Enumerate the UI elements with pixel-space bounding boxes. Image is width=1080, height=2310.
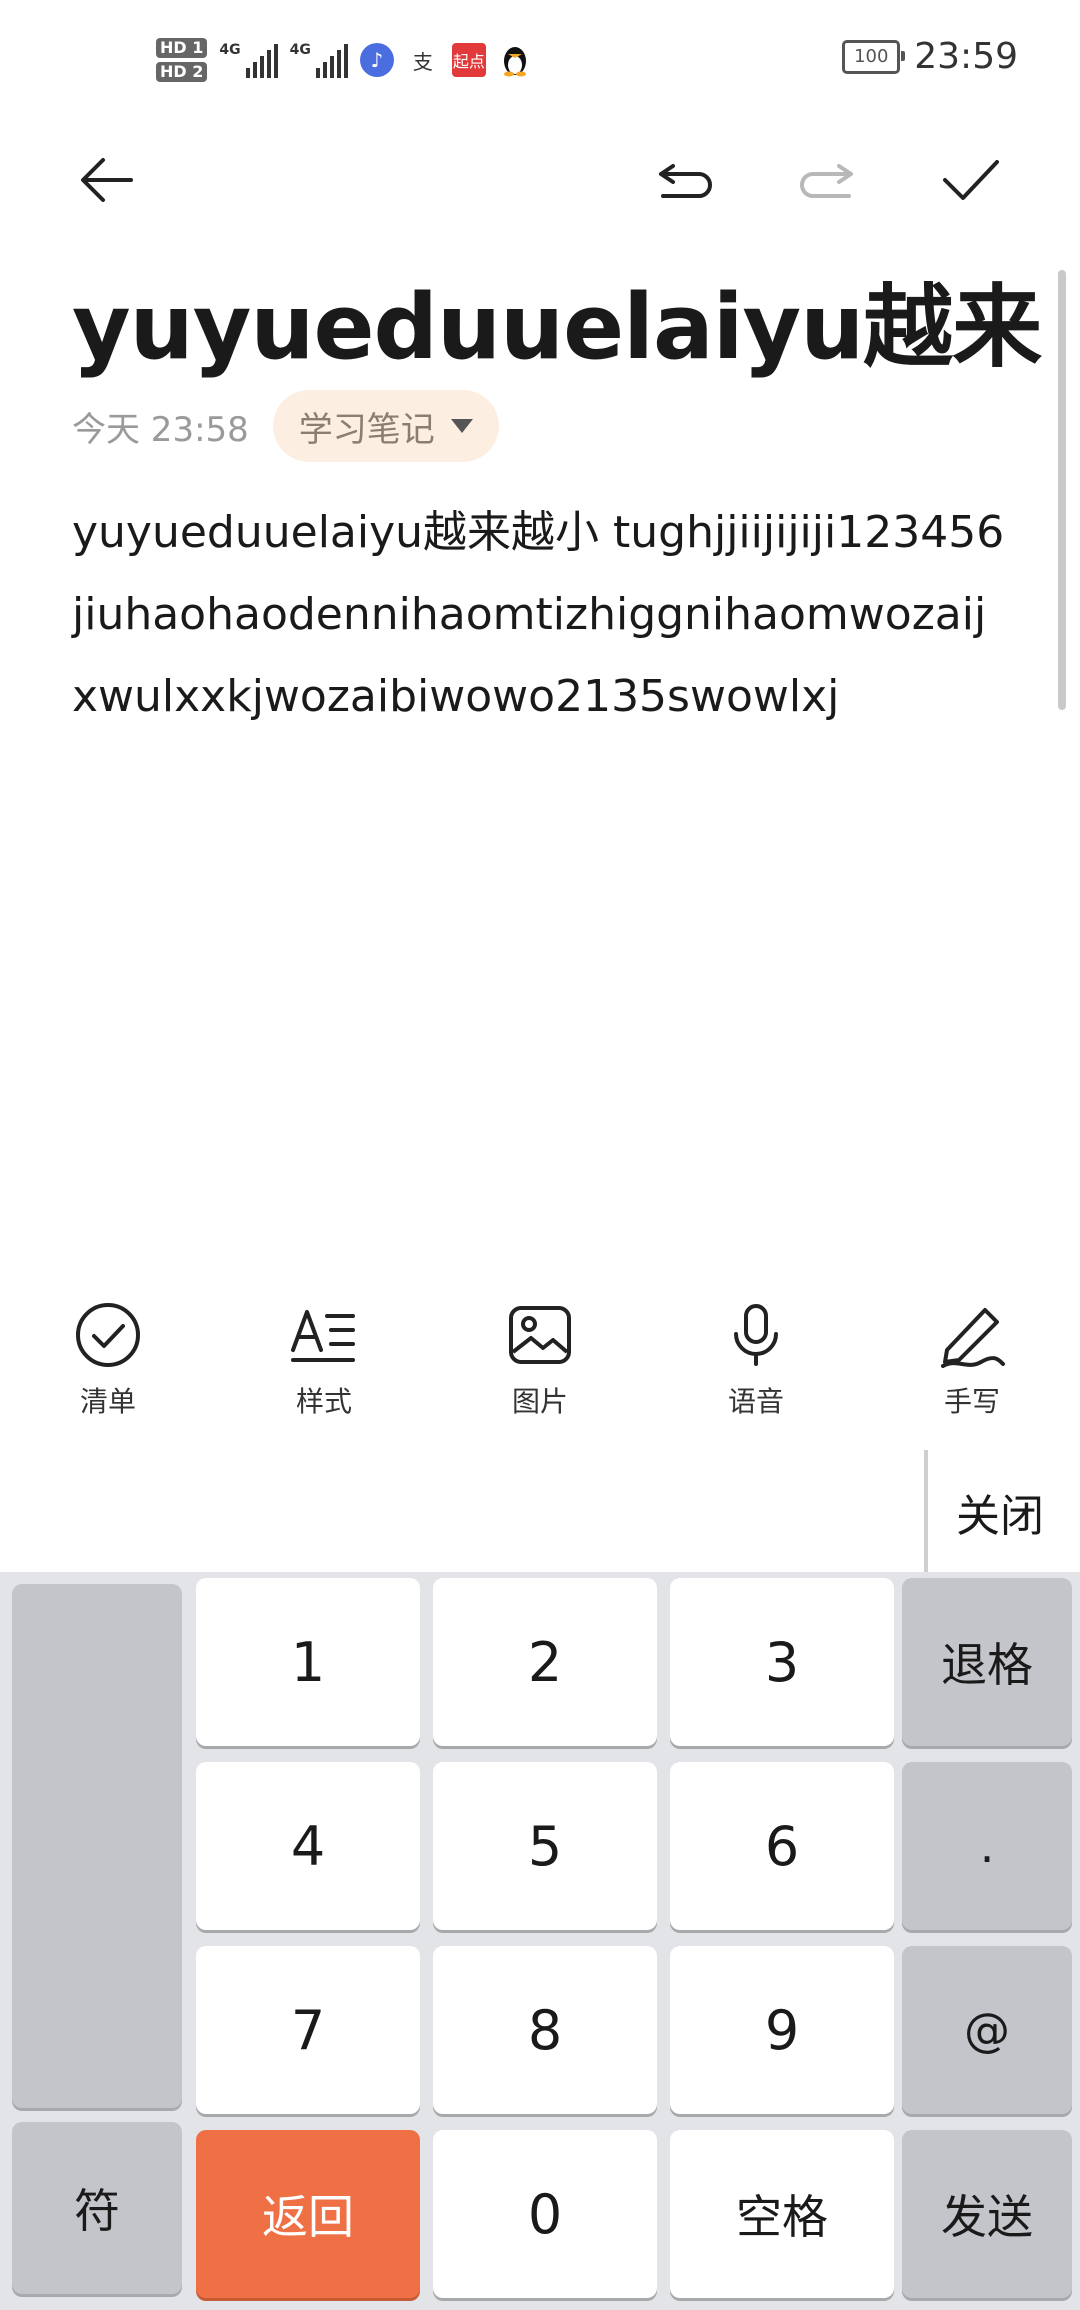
numeric-keyboard: 符 1 2 3 退格 4 5 6 . 7 8 9 @ 返回 0 空格 发送 (0, 1572, 1080, 2310)
keyboard-header: 关闭 (0, 1450, 1080, 1572)
send-key[interactable]: 发送 (902, 2130, 1072, 2298)
backspace-key[interactable]: 退格 (902, 1578, 1072, 1746)
redo-button[interactable] (782, 135, 872, 225)
signal-icon: 4G (219, 42, 278, 78)
close-keyboard-button[interactable]: 关闭 (956, 1480, 1044, 1544)
checklist-icon (76, 1303, 140, 1367)
music-icon: ♪ (359, 43, 394, 77)
key-3[interactable]: 3 (670, 1578, 894, 1746)
checkmark-icon (943, 160, 999, 200)
handwrite-button[interactable]: 手写 (902, 1300, 1042, 1420)
redo-icon (800, 164, 853, 198)
key-6[interactable]: 6 (670, 1762, 894, 1930)
pen-icon (941, 1308, 1005, 1368)
undo-icon (659, 164, 712, 198)
voice-button[interactable]: 语音 (686, 1300, 826, 1420)
caret-down-icon (450, 419, 473, 433)
microphone-icon (734, 1304, 778, 1366)
note-meta: 今天 23:58 学习笔记 (72, 390, 499, 462)
key-4[interactable]: 4 (196, 1762, 420, 1930)
space-key[interactable]: 空格 (670, 2130, 894, 2298)
clock: 23:59 (914, 36, 1018, 77)
key-5[interactable]: 5 (433, 1762, 657, 1930)
sim1-badge: HD 1 (156, 38, 208, 58)
image-button[interactable]: 图片 (470, 1300, 610, 1420)
back-arrow-icon (81, 158, 133, 202)
text-style-icon (291, 1310, 355, 1362)
image-icon (509, 1306, 571, 1364)
note-title[interactable]: yuyueduuelaiyu越来 (72, 268, 1042, 388)
key-9[interactable]: 9 (670, 1946, 894, 2114)
status-right: 100 23:59 (842, 36, 1018, 77)
undo-button[interactable] (640, 135, 730, 225)
qidian-icon: 起点 (451, 43, 486, 77)
keyboard-side-panel[interactable] (12, 1584, 182, 2108)
key-7[interactable]: 7 (196, 1946, 420, 2114)
symbols-key[interactable]: 符 (12, 2122, 182, 2294)
dot-key[interactable]: . (902, 1762, 1072, 1930)
alipay-icon: 支 (412, 49, 433, 74)
qq-penguin-icon (498, 43, 532, 77)
note-body[interactable]: yuyueduuelaiyu越来越小 tughjjiijijiji123456j… (72, 492, 1012, 738)
scrollbar[interactable] (1058, 270, 1066, 710)
note-date: 今天 23:58 (72, 409, 249, 450)
status-left: HD 1 HD 2 4G 4G ♪ 支 起点 (156, 30, 532, 90)
signal-icon-2: 4G (290, 42, 348, 78)
return-key[interactable]: 返回 (196, 2130, 420, 2298)
save-button[interactable] (926, 135, 1016, 225)
key-1[interactable]: 1 (196, 1578, 420, 1746)
key-0[interactable]: 0 (433, 2130, 657, 2298)
notebook-selector[interactable]: 学习笔记 (272, 390, 499, 462)
divider (924, 1450, 928, 1572)
notebook-label: 学习笔记 (298, 409, 435, 450)
sim2-badge: HD 2 (156, 62, 208, 82)
edit-toolbar: 清单 样式 图片 语音 手写 (0, 1300, 1080, 1440)
back-button[interactable] (62, 135, 152, 225)
style-button[interactable]: 样式 (254, 1300, 394, 1420)
app-bar (0, 140, 1080, 240)
checklist-button[interactable]: 清单 (38, 1300, 178, 1420)
sim-indicators: HD 1 HD 2 (156, 38, 208, 82)
battery-icon: 100 (842, 39, 906, 74)
at-key[interactable]: @ (902, 1946, 1072, 2114)
key-2[interactable]: 2 (433, 1578, 657, 1746)
status-bar: HD 1 HD 2 4G 4G ♪ 支 起点 100 23:59 (0, 0, 1080, 120)
key-8[interactable]: 8 (433, 1946, 657, 2114)
